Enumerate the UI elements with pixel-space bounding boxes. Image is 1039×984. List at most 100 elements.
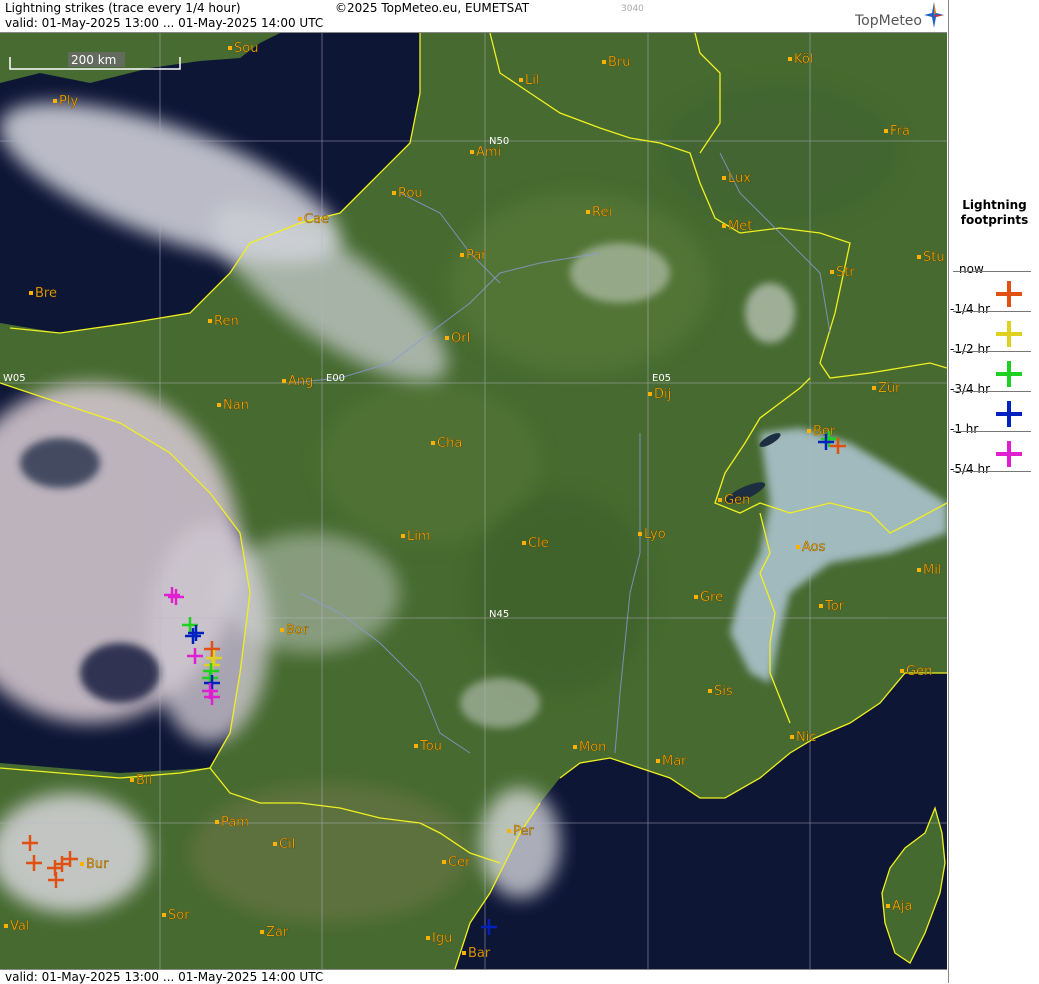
city-marker bbox=[80, 862, 84, 866]
city-label: Aos bbox=[802, 540, 826, 555]
city-label: Dij bbox=[654, 387, 671, 402]
city-marker bbox=[426, 936, 430, 940]
legend-label: -1/2 hr bbox=[950, 342, 990, 356]
city-label: Lux bbox=[728, 171, 751, 186]
city-label: Ber bbox=[813, 424, 836, 439]
city-label: Bor bbox=[286, 623, 309, 638]
city-marker bbox=[29, 291, 33, 295]
city-marker bbox=[708, 689, 712, 693]
legend-label: -3/4 hr bbox=[950, 382, 990, 396]
city-marker bbox=[648, 392, 652, 396]
legend-cross-icon bbox=[996, 401, 1022, 427]
legend-cross-icon bbox=[996, 281, 1022, 307]
city-marker bbox=[573, 745, 577, 749]
city-marker bbox=[507, 829, 511, 833]
city-marker bbox=[900, 669, 904, 673]
legend-cross-icon bbox=[996, 361, 1022, 387]
city-marker bbox=[298, 217, 302, 221]
city-label: Tou bbox=[419, 739, 442, 754]
city-label: Ply bbox=[59, 94, 78, 109]
city-label: Zür bbox=[878, 381, 901, 396]
city-marker bbox=[445, 336, 449, 340]
satellite-map[interactable]: N50 N45 W05 E00 E05 200 km Sou Ply Lil Bru K… bbox=[0, 33, 947, 969]
legend-divider bbox=[953, 471, 1031, 472]
map-code: 3040 bbox=[621, 4, 644, 14]
city-marker bbox=[722, 176, 726, 180]
city-label: Sor bbox=[168, 908, 190, 923]
city-label: Gre bbox=[700, 590, 723, 605]
city-marker bbox=[886, 904, 890, 908]
grid-label: E00 bbox=[326, 373, 345, 384]
city-label: Bar bbox=[468, 946, 491, 961]
legend-cross-icon bbox=[996, 321, 1022, 347]
city-label: Rou bbox=[398, 186, 423, 201]
city-label: Lil bbox=[525, 73, 539, 88]
city-marker bbox=[917, 568, 921, 572]
city-marker bbox=[4, 924, 8, 928]
city-marker bbox=[722, 224, 726, 228]
legend-divider bbox=[953, 311, 1031, 312]
city-marker bbox=[462, 951, 466, 955]
city-label: Nic bbox=[796, 730, 816, 745]
legend-divider bbox=[953, 431, 1031, 432]
city-marker bbox=[917, 255, 921, 259]
city-label: Aja bbox=[892, 899, 912, 914]
city-marker bbox=[830, 270, 834, 274]
city-label: Lim bbox=[407, 529, 431, 544]
city-marker bbox=[638, 532, 642, 536]
city-marker bbox=[414, 744, 418, 748]
city-marker bbox=[282, 379, 286, 383]
city-marker bbox=[215, 820, 219, 824]
scale-label: 200 km bbox=[71, 53, 116, 67]
legend-divider bbox=[953, 271, 1031, 272]
city-label: Bru bbox=[608, 55, 631, 70]
city-label: Rei bbox=[592, 205, 612, 220]
city-label: Mil bbox=[923, 563, 941, 578]
city-label: Fra bbox=[890, 124, 910, 139]
city-label: Gen bbox=[724, 493, 750, 508]
city-marker bbox=[819, 604, 823, 608]
city-label: Sou bbox=[234, 41, 258, 56]
city-marker bbox=[442, 860, 446, 864]
map-footer: valid: 01-May-2025 13:00 ... 01-May-2025… bbox=[0, 969, 947, 984]
city-marker bbox=[602, 60, 606, 64]
city-marker bbox=[228, 46, 232, 50]
city-label: Ang bbox=[288, 374, 313, 389]
city-marker bbox=[208, 319, 212, 323]
city-label: Ami bbox=[476, 145, 501, 160]
city-marker bbox=[53, 99, 57, 103]
city-label: Stu bbox=[923, 250, 945, 265]
city-marker bbox=[656, 759, 660, 763]
city-label: Cer bbox=[448, 855, 471, 870]
city-marker bbox=[694, 595, 698, 599]
city-marker bbox=[162, 913, 166, 917]
city-label: Bre bbox=[35, 286, 57, 301]
legend-title: Lightning footprints bbox=[960, 198, 1029, 227]
city-marker bbox=[796, 545, 800, 549]
city-label: Sis bbox=[714, 684, 733, 699]
city-marker bbox=[130, 778, 134, 782]
grid-label: W05 bbox=[3, 373, 26, 384]
city-marker bbox=[586, 210, 590, 214]
city-marker bbox=[788, 57, 792, 61]
city-label: Ren bbox=[214, 314, 239, 329]
city-marker bbox=[431, 441, 435, 445]
city-label: Cle bbox=[528, 536, 549, 551]
grid-label: N45 bbox=[489, 609, 509, 620]
legend-label: -1/4 hr bbox=[950, 302, 990, 316]
city-marker bbox=[273, 842, 277, 846]
city-marker bbox=[872, 386, 876, 390]
city-label: Köl bbox=[794, 52, 813, 67]
city-label: Pam bbox=[221, 815, 249, 830]
city-label: Met bbox=[728, 219, 752, 234]
city-label: Bil bbox=[136, 773, 152, 788]
legend-label: -1 hr bbox=[950, 422, 979, 436]
city-label: Per bbox=[513, 824, 534, 839]
legend-divider bbox=[953, 351, 1031, 352]
city-label: Lyo bbox=[644, 527, 666, 542]
city-label: Gen bbox=[906, 664, 932, 679]
copyright: ©2025 TopMeteo.eu, EUMETSAT bbox=[335, 1, 530, 15]
grid-label: E05 bbox=[652, 373, 671, 384]
city-marker bbox=[807, 429, 811, 433]
city-label: Mon bbox=[579, 740, 606, 755]
